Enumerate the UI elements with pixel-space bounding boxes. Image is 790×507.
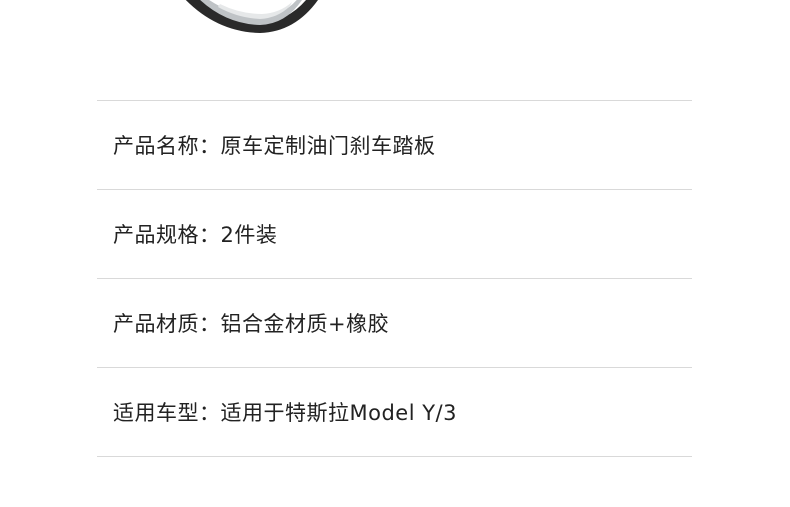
spec-label: 适用车型：	[113, 401, 221, 425]
spec-row-vehicle: 适用车型： 适用于特斯拉Model Y/3	[97, 368, 692, 456]
spec-value: 原车定制油门刹车踏板	[220, 134, 436, 158]
spec-row-material: 产品材质： 铝合金材质+橡胶	[97, 279, 692, 367]
spec-value: 2件装	[220, 223, 278, 247]
spec-value: 适用于特斯拉Model Y/3	[220, 401, 457, 425]
spec-label: 产品名称：	[113, 134, 221, 158]
spec-label: 产品规格：	[113, 223, 221, 247]
product-spec-list: 产品名称： 原车定制油门刹车踏板 产品规格： 2件装 产品材质： 铝合金材质+橡胶 适…	[97, 100, 692, 457]
spec-row-size: 产品规格： 2件装	[97, 190, 692, 278]
spec-value: 铝合金材质+橡胶	[220, 312, 390, 336]
spec-label: 产品材质：	[113, 312, 221, 336]
spec-row-name: 产品名称： 原车定制油门刹车踏板	[97, 101, 692, 189]
divider	[97, 456, 692, 457]
product-photo	[185, 0, 318, 33]
